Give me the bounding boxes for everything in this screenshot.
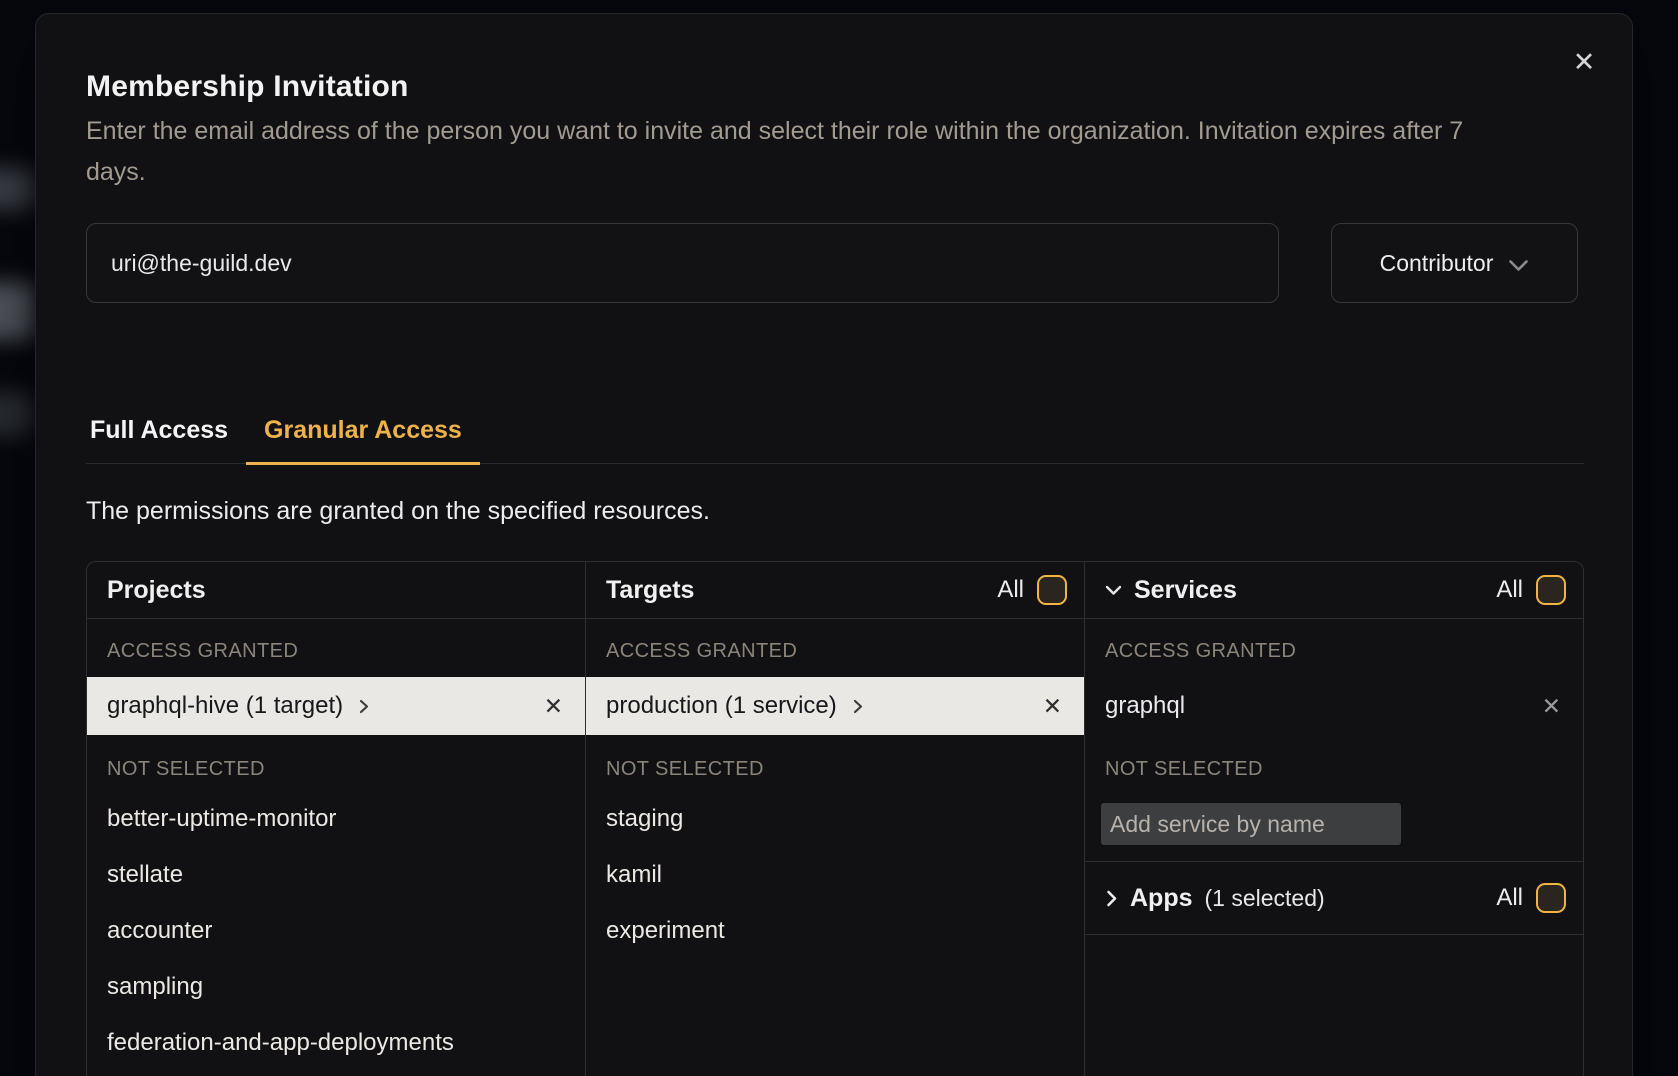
project-item[interactable]: sampling (87, 959, 585, 1015)
permissions-note: The permissions are granted on the speci… (86, 497, 710, 526)
access-tabs: Full Access Granular Access (86, 408, 1584, 464)
selected-service-label: graphql (1105, 692, 1185, 720)
chevron-right-icon (1105, 888, 1118, 909)
apps-section-row[interactable]: Apps (1 selected) All (1085, 861, 1583, 935)
resource-table: Projects ACCESS GRANTED graphql-hive (1 … (86, 561, 1584, 1076)
services-all-checkbox[interactable] (1536, 575, 1566, 605)
projects-header-label: Projects (107, 576, 206, 605)
email-input[interactable] (86, 223, 1279, 303)
target-item[interactable]: experiment (586, 903, 1084, 959)
selected-target-label: production (1 service) (606, 692, 837, 720)
services-all-wrap: All (1496, 575, 1566, 605)
target-item[interactable]: staging (586, 791, 1084, 847)
targets-header-label: Targets (606, 576, 694, 605)
backdrop-blur-shape (0, 168, 36, 210)
project-item[interactable]: better-uptime-monitor (87, 791, 585, 847)
remove-target-button[interactable]: ✕ (1043, 695, 1062, 718)
services-not-selected-label: NOT SELECTED (1085, 747, 1583, 791)
services-access-granted-label: ACCESS GRANTED (1085, 631, 1583, 671)
projects-column: Projects ACCESS GRANTED graphql-hive (1 … (87, 562, 586, 1076)
projects-column-header: Projects (87, 562, 585, 619)
projects-not-selected-label: NOT SELECTED (87, 747, 585, 791)
targets-access-granted-label: ACCESS GRANTED (586, 631, 1084, 671)
chevron-right-icon (852, 697, 864, 716)
targets-column-header: Targets All (586, 562, 1084, 619)
projects-access-granted-label: ACCESS GRANTED (87, 631, 585, 671)
apps-all-checkbox[interactable] (1536, 883, 1566, 913)
project-item[interactable]: accounter (87, 903, 585, 959)
selected-project-row[interactable]: graphql-hive (1 target) ✕ (87, 677, 585, 735)
selected-project-label: graphql-hive (1 target) (107, 692, 343, 720)
tab-full-access[interactable]: Full Access (86, 408, 246, 465)
apps-all-label: All (1496, 884, 1523, 912)
add-service-input[interactable] (1101, 803, 1401, 845)
membership-invitation-modal: ✕ Membership Invitation Enter the email … (35, 13, 1633, 1076)
selected-target-row[interactable]: production (1 service) ✕ (586, 677, 1084, 735)
services-column: Services All ACCESS GRANTED graphql ✕ NO… (1085, 562, 1583, 1076)
targets-not-selected-label: NOT SELECTED (586, 747, 1084, 791)
chevron-down-icon (1105, 585, 1122, 596)
role-dropdown-value: Contributor (1380, 250, 1494, 277)
apps-selected-count: (1 selected) (1205, 885, 1325, 912)
chevron-right-icon (358, 697, 370, 716)
close-icon: ✕ (1573, 47, 1596, 77)
services-all-label: All (1496, 576, 1523, 604)
project-item[interactable]: federation-and-app-deployments (87, 1015, 585, 1071)
remove-project-button[interactable]: ✕ (544, 695, 563, 718)
close-button[interactable]: ✕ (1564, 42, 1604, 82)
modal-description: Enter the email address of the person yo… (86, 111, 1504, 193)
apps-all-wrap: All (1496, 883, 1566, 913)
remove-service-button[interactable]: ✕ (1542, 695, 1561, 718)
target-item[interactable]: kamil (586, 847, 1084, 903)
targets-all-checkbox[interactable] (1037, 575, 1067, 605)
apps-header-label: Apps (1130, 884, 1193, 913)
selected-service-row[interactable]: graphql ✕ (1085, 677, 1583, 735)
role-dropdown[interactable]: Contributor (1331, 223, 1578, 303)
backdrop-blur-shape (0, 282, 36, 340)
project-item[interactable]: stellate (87, 847, 585, 903)
targets-all-label: All (997, 576, 1024, 604)
chevron-down-icon (1508, 251, 1529, 278)
tab-granular-access[interactable]: Granular Access (246, 408, 480, 465)
modal-title: Membership Invitation (86, 70, 409, 104)
targets-column: Targets All ACCESS GRANTED production (1… (586, 562, 1085, 1076)
backdrop-blur-shape (0, 392, 34, 436)
services-header-label: Services (1134, 576, 1237, 605)
targets-all-wrap: All (997, 575, 1067, 605)
services-column-header[interactable]: Services All (1085, 562, 1583, 619)
